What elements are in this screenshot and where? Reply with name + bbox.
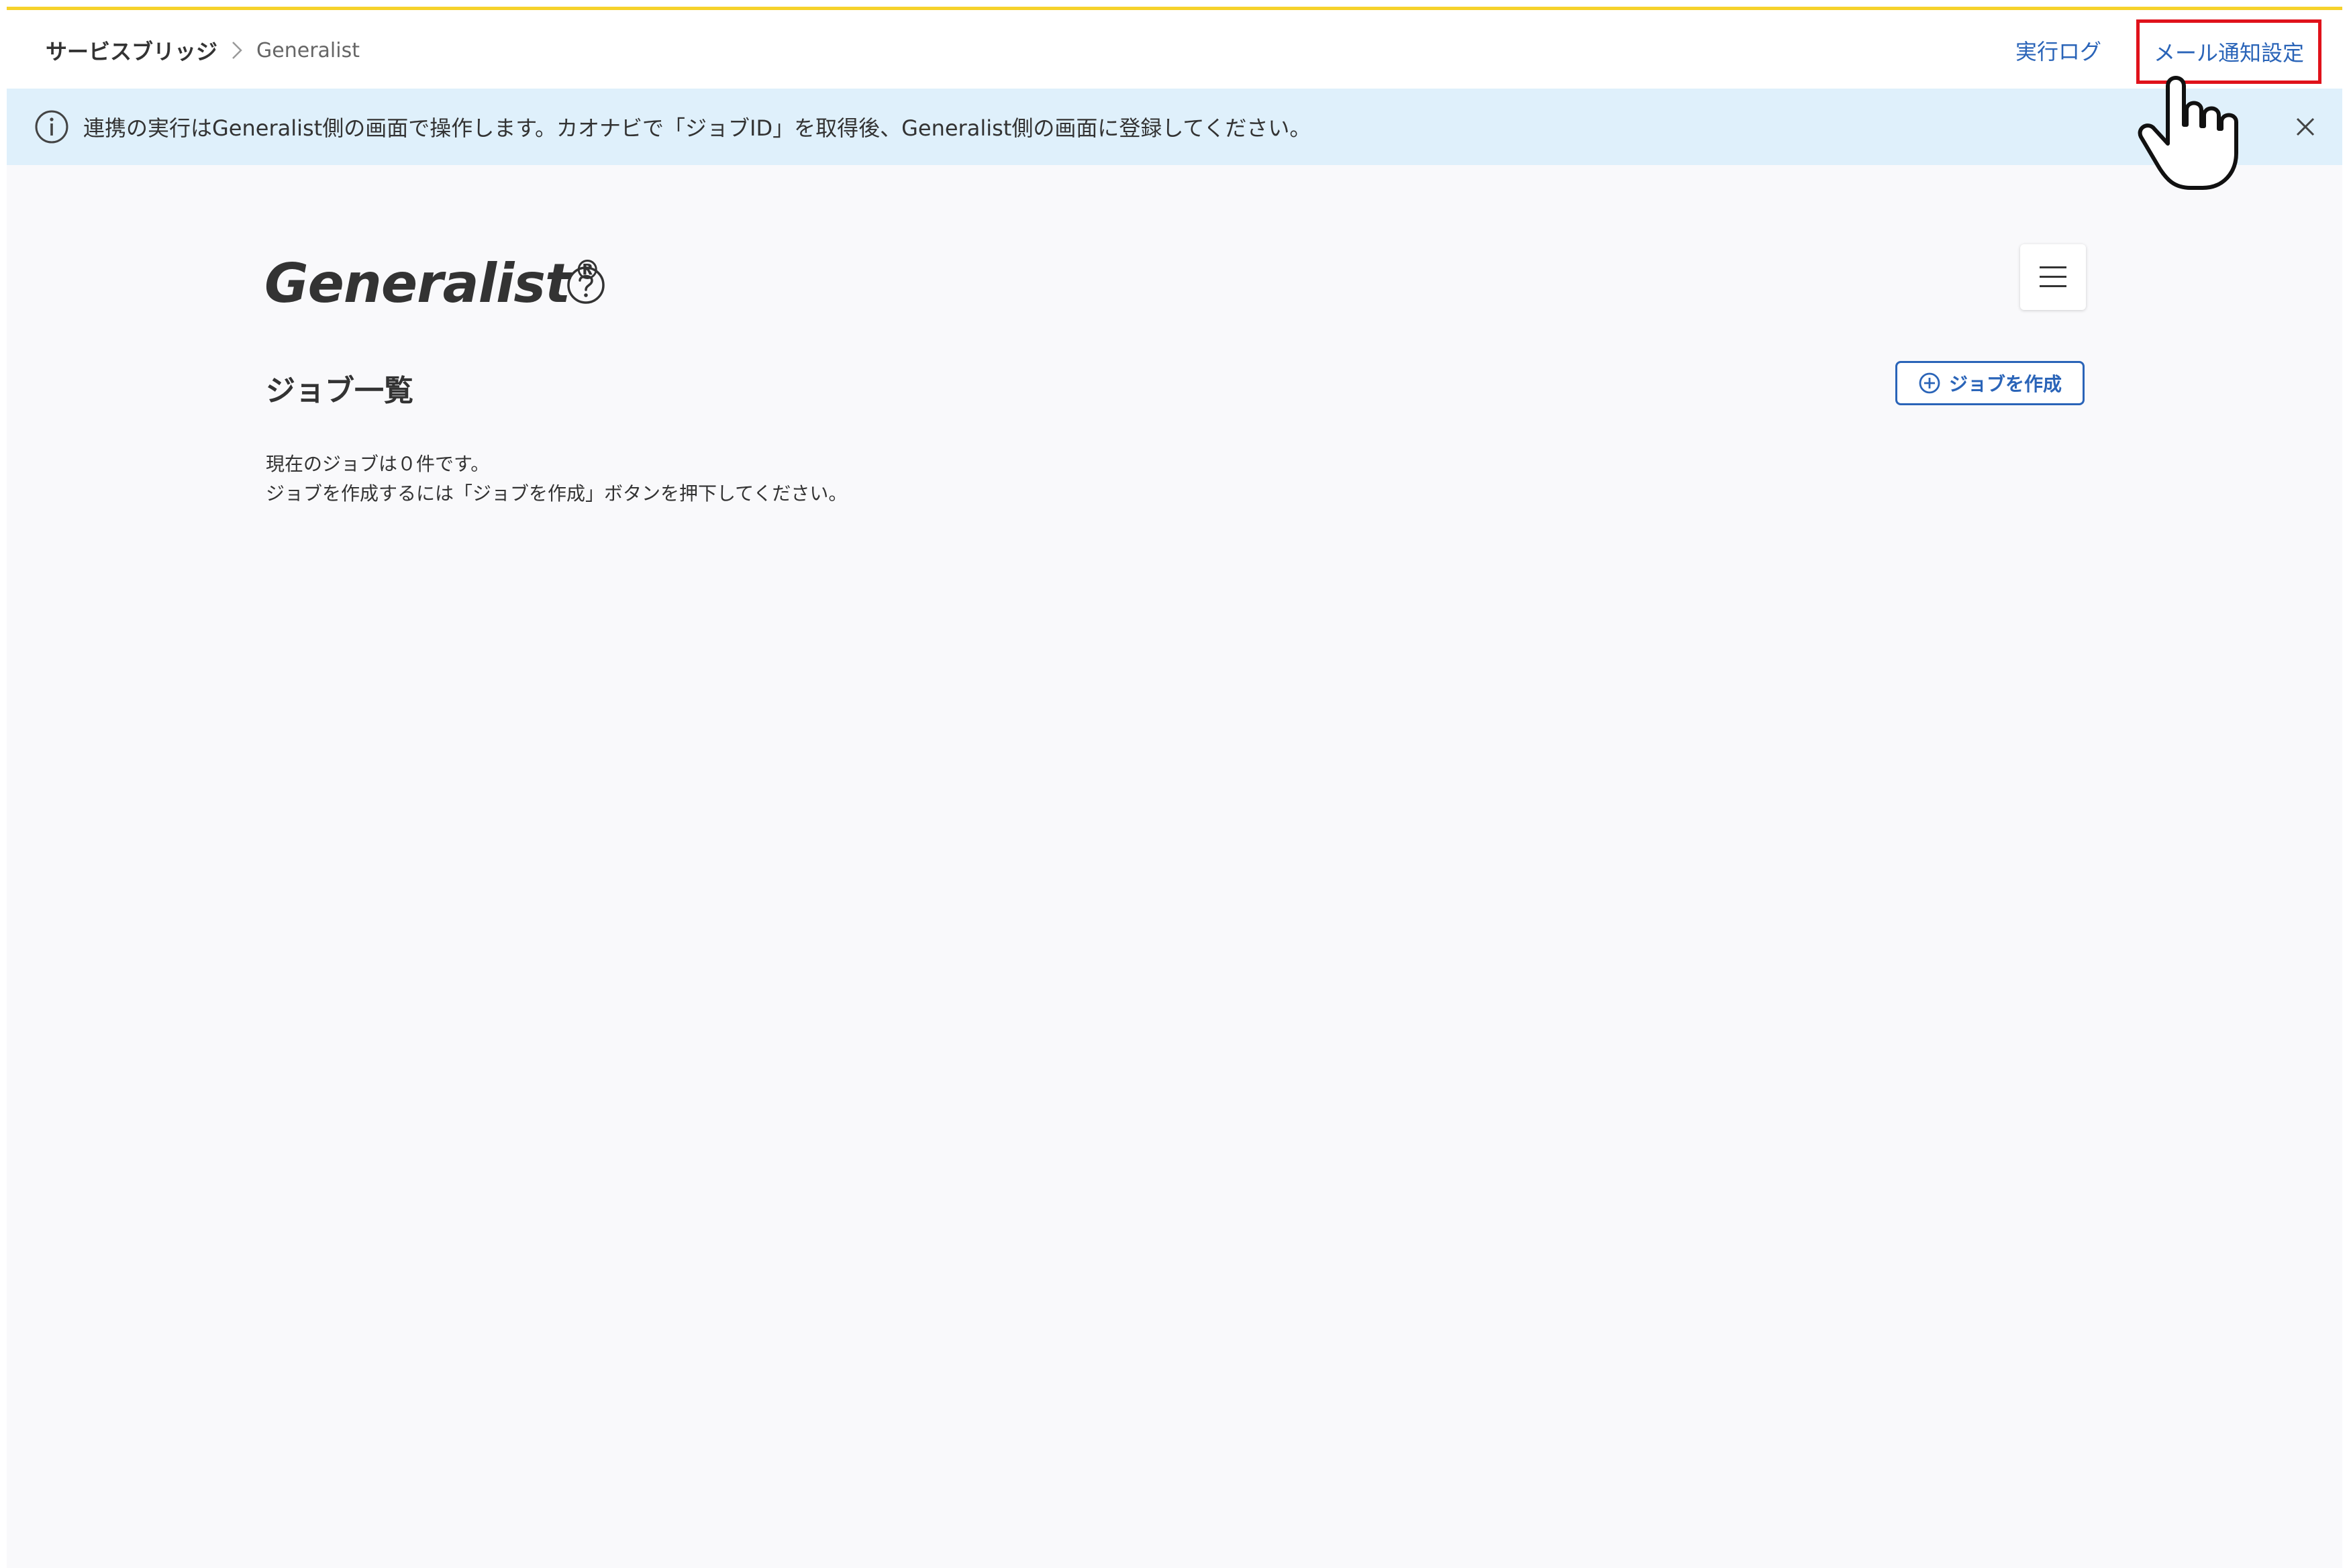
empty-state-message: 現在のジョブは０件です。 ジョブを作成するには「ジョブを作成」ボタンを押下してく…	[266, 450, 847, 509]
breadcrumb-root[interactable]: サービスブリッジ	[46, 35, 217, 66]
banner-message: 連携の実行はGeneralist側の画面で操作します。カオナビで「ジョブID」を…	[83, 115, 1311, 141]
create-job-label: ジョブを作成	[1948, 373, 2062, 395]
create-job-button[interactable]: ジョブを作成	[1895, 361, 2085, 405]
plus-circle-icon	[1919, 372, 1940, 394]
logo-text: Generalist	[264, 252, 570, 315]
chevron-right-icon	[231, 40, 243, 60]
page: サービスブリッジ Generalist 実行ログ メール通知設定 連携の実行はG…	[7, 7, 2342, 1568]
info-banner: 連携の実行はGeneralist側の画面で操作します。カオナビで「ジョブID」を…	[7, 89, 2342, 165]
hand-cursor-icon	[2138, 76, 2238, 190]
breadcrumb-current: Generalist	[256, 38, 360, 62]
empty-state-line-1: 現在のジョブは０件です。	[266, 453, 490, 475]
page-title: ジョブ一覧	[266, 374, 413, 408]
breadcrumb: サービスブリッジ Generalist	[46, 30, 360, 70]
hamburger-icon	[2040, 266, 2066, 287]
menu-button[interactable]	[2020, 244, 2086, 310]
generalist-logo: Generalist ®	[264, 252, 601, 315]
top-header: サービスブリッジ Generalist 実行ログ メール通知設定	[7, 7, 2342, 89]
close-icon[interactable]	[2289, 110, 2322, 144]
info-icon	[35, 110, 68, 144]
execution-log-link[interactable]: 実行ログ	[2015, 30, 2101, 70]
empty-state-line-2: ジョブを作成するには「ジョブを作成」ボタンを押下してください。	[266, 482, 848, 505]
help-icon[interactable]	[565, 264, 607, 306]
